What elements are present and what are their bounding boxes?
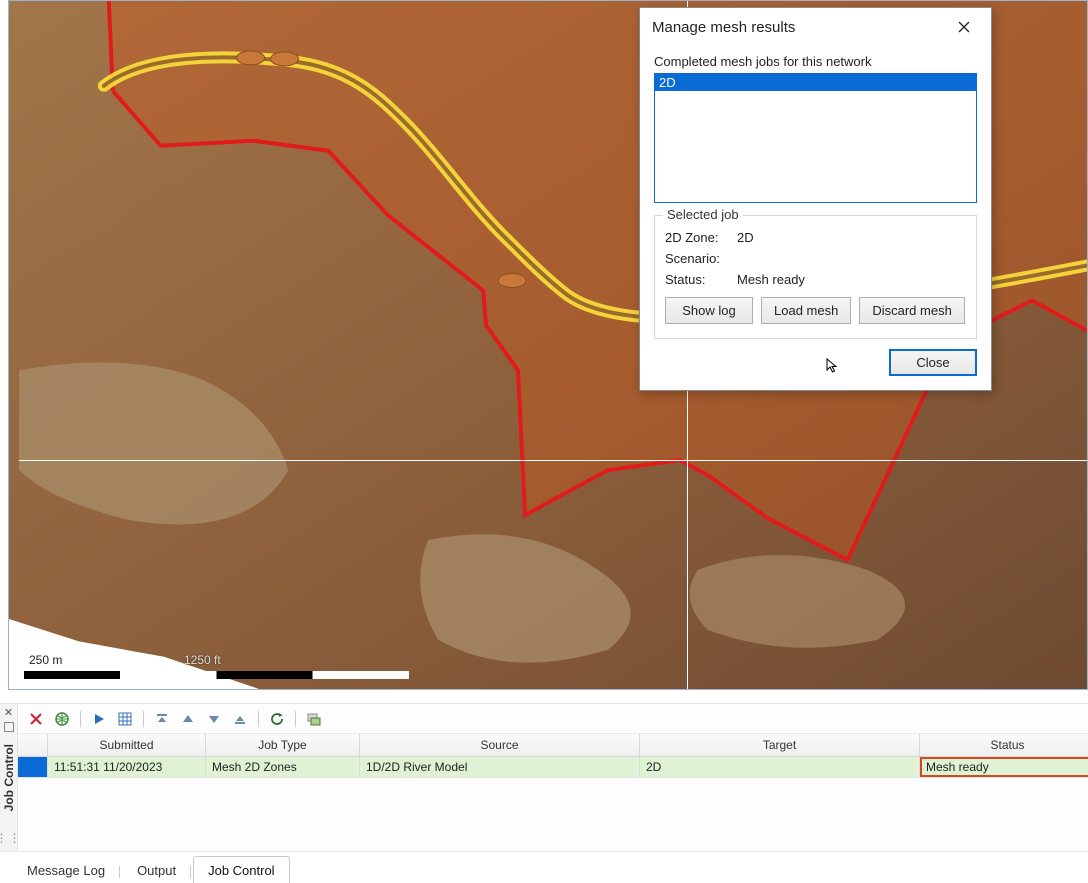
close-icon <box>958 21 970 33</box>
row-jobtype: Mesh 2D Zones <box>206 757 360 777</box>
show-log-button[interactable]: Show log <box>665 297 753 324</box>
move-down-icon[interactable] <box>204 709 224 729</box>
tab-label: Message Log <box>27 863 105 878</box>
fieldset-legend: Selected job <box>663 207 743 222</box>
grid-header-jobtype[interactable]: Job Type <box>206 734 360 756</box>
panel-side-strip: ✕ Job Control ⋮⋮ <box>0 704 18 851</box>
row-target: 2D <box>640 757 920 777</box>
manage-mesh-results-dialog: Manage mesh results Completed mesh jobs … <box>639 7 992 391</box>
scale-label-imperial: 1250 ft <box>184 653 221 667</box>
row-submitted: 11:51:31 11/20/2023 <box>48 757 206 777</box>
grid-header-submitted[interactable]: Submitted <box>48 734 206 756</box>
grid-header-source[interactable]: Source <box>360 734 640 756</box>
tab-label: Job Control <box>208 863 274 878</box>
load-mesh-button[interactable]: Load mesh <box>761 297 851 324</box>
tab-output[interactable]: Output <box>122 856 191 883</box>
list-item[interactable]: 2D <box>655 74 976 91</box>
refresh-icon[interactable] <box>267 709 287 729</box>
status-label: Status: <box>665 272 737 287</box>
grid-header-target[interactable]: Target <box>640 734 920 756</box>
zone-value: 2D <box>737 230 754 245</box>
bottom-tabbar: Message Log Output Job Control <box>0 851 1088 883</box>
completed-jobs-listbox[interactable]: 2D <box>654 73 977 203</box>
dialog-title-text: Manage mesh results <box>652 19 795 36</box>
grid-header-row: Submitted Job Type Source Target Status <box>18 734 1088 757</box>
selected-job-fieldset: Selected job 2D Zone: 2D Scenario: Statu… <box>654 215 977 339</box>
globe-icon[interactable] <box>52 709 72 729</box>
move-top-icon[interactable] <box>152 709 172 729</box>
completed-jobs-label: Completed mesh jobs for this network <box>654 54 977 69</box>
row-selection-marker <box>18 757 48 777</box>
scale-bar <box>24 671 409 679</box>
panel-pin-button[interactable] <box>4 722 14 732</box>
panel-close-button[interactable]: ✕ <box>3 706 15 718</box>
table-row[interactable]: 11:51:31 11/20/2023 Mesh 2D Zones 1D/2D … <box>18 757 1088 778</box>
dialog-titlebar[interactable]: Manage mesh results <box>640 8 991 46</box>
play-icon[interactable] <box>89 709 109 729</box>
status-value: Mesh ready <box>737 272 805 287</box>
scenario-label: Scenario: <box>665 251 737 266</box>
tab-job-control[interactable]: Job Control <box>193 856 289 883</box>
panel-side-label: Job Control <box>2 744 16 811</box>
close-button[interactable]: Close <box>889 349 977 376</box>
move-up-icon[interactable] <box>178 709 198 729</box>
grid-header-marker <box>18 734 48 756</box>
delete-icon[interactable] <box>26 709 46 729</box>
scale-label-metric: 250 m <box>29 653 62 667</box>
app-root: 250 m 1250 ft Manage mesh results Comple… <box>0 0 1088 883</box>
tab-label: Output <box>137 863 176 878</box>
job-grid[interactable]: Submitted Job Type Source Target Status … <box>18 734 1088 851</box>
grid-icon[interactable] <box>115 709 135 729</box>
discard-mesh-button[interactable]: Discard mesh <box>859 297 964 324</box>
row-source: 1D/2D River Model <box>360 757 640 777</box>
tab-message-log[interactable]: Message Log <box>12 856 120 883</box>
job-control-panel: ✕ Job Control ⋮⋮ <box>0 703 1088 851</box>
server-icon[interactable] <box>304 709 324 729</box>
job-toolbar <box>18 704 1088 734</box>
dialog-close-button[interactable] <box>947 15 981 39</box>
grid-header-status[interactable]: Status <box>920 734 1088 756</box>
move-bottom-icon[interactable] <box>230 709 250 729</box>
row-status: Mesh ready <box>920 757 1088 777</box>
zone-label: 2D Zone: <box>665 230 737 245</box>
